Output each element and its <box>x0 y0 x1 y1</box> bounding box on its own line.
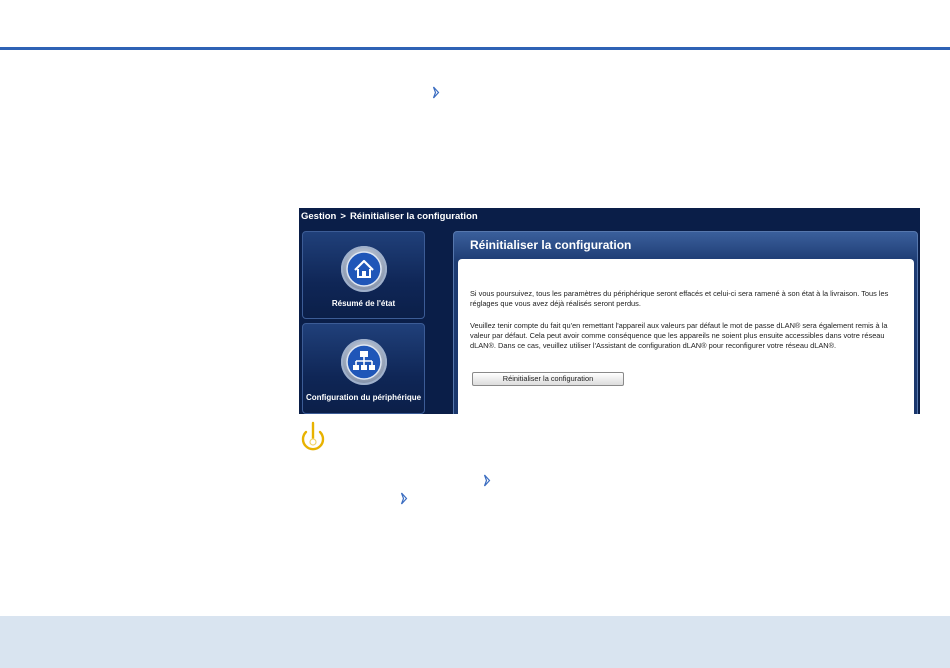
breadcrumb-root[interactable]: Gestion <box>301 211 336 222</box>
password-notice-paragraph: Veuillez tenir compte du fait qu'en reme… <box>470 321 888 350</box>
power-icon <box>299 420 327 453</box>
warning-paragraph: Si vous poursuivez, tous les paramètres … <box>470 289 889 308</box>
home-icon <box>341 246 387 292</box>
footer-band <box>0 616 950 668</box>
nav-tile-label: Configuration du périphérique <box>305 393 422 402</box>
nav-tile-device-configuration[interactable]: Configuration du périphérique <box>302 323 425 414</box>
header-rule <box>0 47 950 50</box>
reset-configuration-button[interactable]: Réinitialiser la configuration <box>472 372 624 386</box>
breadcrumb: Gestion > Réinitialiser la configuration <box>301 211 478 222</box>
network-icon <box>341 339 387 385</box>
reset-configuration-panel: Réinitialiser la configuration Si vous p… <box>453 231 918 414</box>
panel-body: Si vous poursuivez, tous les paramètres … <box>458 259 914 414</box>
breadcrumb-separator: > <box>340 211 346 222</box>
arrow-right-icon <box>483 474 491 487</box>
arrow-right-icon <box>400 492 408 505</box>
panel-title: Réinitialiser la configuration <box>470 238 632 252</box>
nav-tile-label: Résumé de l'état <box>331 299 396 308</box>
breadcrumb-current: Réinitialiser la configuration <box>349 211 478 222</box>
nav-tile-status-summary[interactable]: Résumé de l'état <box>302 231 425 319</box>
app-screenshot: Gestion > Réinitialiser la configuration R… <box>299 208 920 414</box>
arrow-right-icon <box>432 86 440 99</box>
